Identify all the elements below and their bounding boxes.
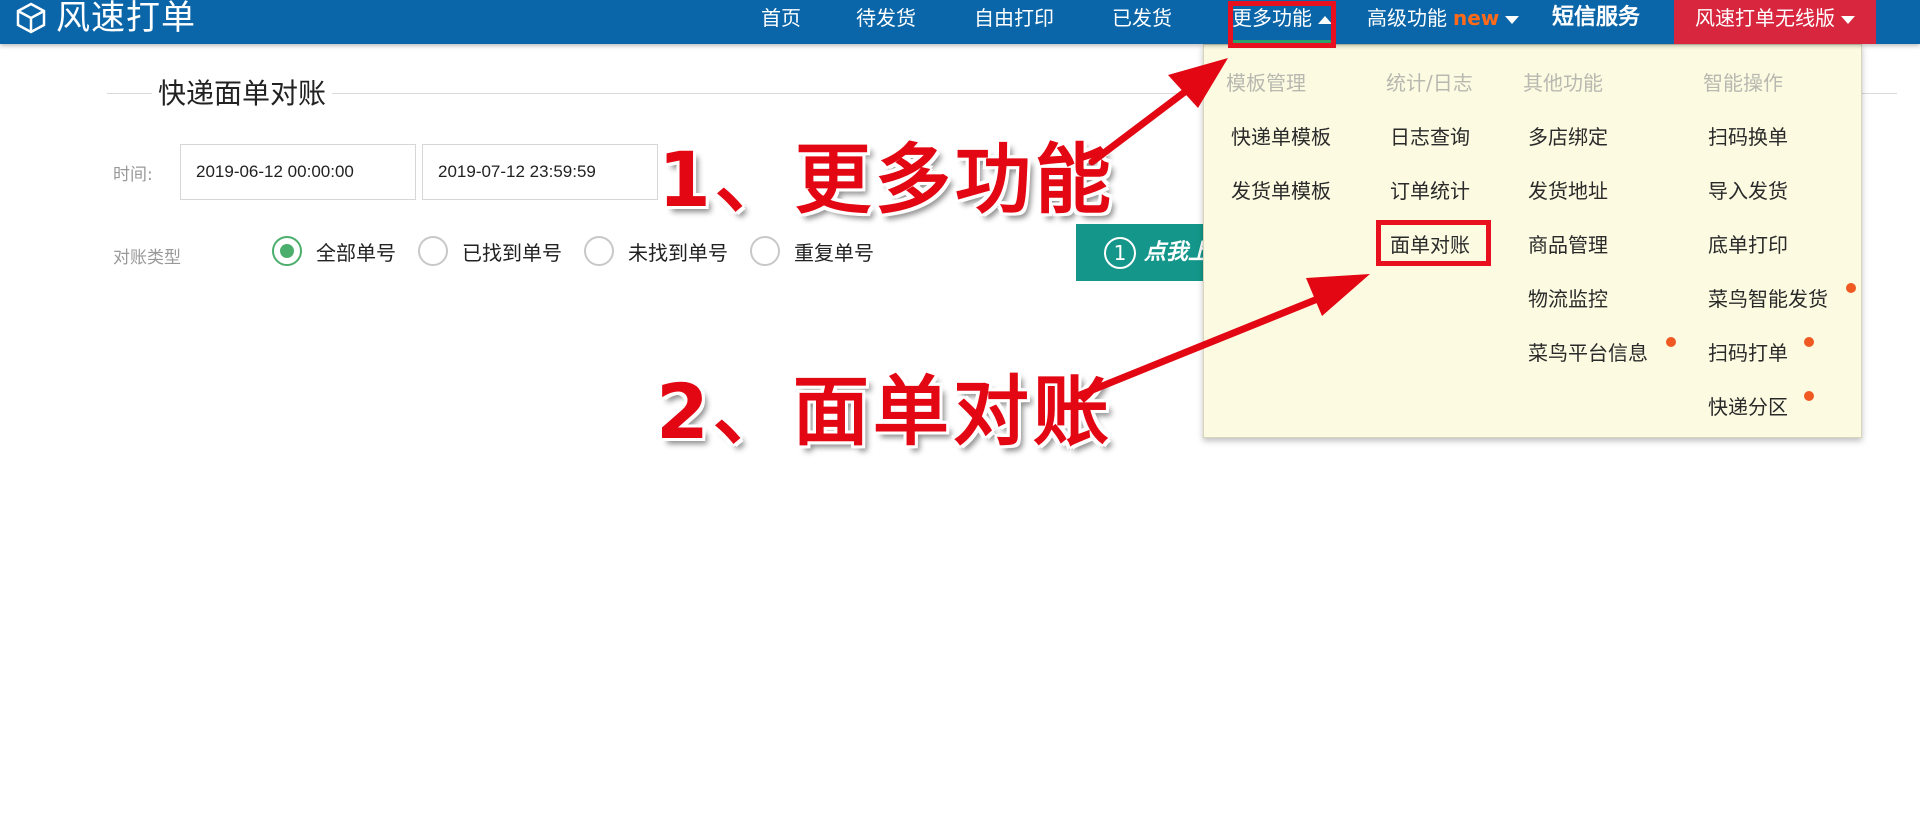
nav-wireless-version[interactable]: 风速打单无线版 xyxy=(1674,0,1876,44)
menu-item-import-ship[interactable]: 导入发货 xyxy=(1708,175,1788,204)
menu-group-title: 智能操作 xyxy=(1703,71,1783,95)
reconcile-type-radios: 全部单号 已找到单号 未找到单号 重复单号 xyxy=(272,236,896,266)
chevron-down-icon xyxy=(1505,15,1520,24)
menu-item-stub-print[interactable]: 底单打印 xyxy=(1708,229,1788,258)
nav-home[interactable]: 首页 xyxy=(761,0,801,36)
menu-item-multi-shop[interactable]: 多店绑定 xyxy=(1528,121,1608,150)
page-title: 快递面单对账 xyxy=(152,76,333,112)
menu-item-scan-swap[interactable]: 扫码换单 xyxy=(1708,121,1788,150)
menu-item-logistics-monitor[interactable]: 物流监控 xyxy=(1528,283,1608,312)
new-dot-icon xyxy=(1804,391,1814,401)
reconcile-type-label: 对账类型 xyxy=(113,248,181,268)
radio-label[interactable]: 重复单号 xyxy=(794,237,874,266)
menu-group-title: 统计/日志 xyxy=(1386,71,1473,95)
upload-button-label: 点我上 xyxy=(1144,240,1211,265)
highlight-waybill-reconcile xyxy=(1376,220,1491,266)
menu-item-cainiao-smart-ship[interactable]: 菜鸟智能发货 xyxy=(1708,283,1828,312)
start-time-input[interactable]: 2019-06-12 00:00:00 xyxy=(180,144,416,200)
annotation-step-2: 2、面单对账 xyxy=(656,367,1113,456)
step-number-icon: 1 xyxy=(1104,237,1136,269)
cube-icon xyxy=(16,2,46,34)
more-features-dropdown: 模板管理 统计/日志 其他功能 智能操作 快递单模板 发货单模板 日志查询 订单… xyxy=(1203,44,1862,438)
nav-wireless-label: 风速打单无线版 xyxy=(1695,6,1835,30)
nav-sms-service[interactable]: 短信服务 xyxy=(1552,0,1640,36)
menu-item-invoice-template[interactable]: 发货单模板 xyxy=(1231,175,1331,204)
nav-free-print[interactable]: 自由打印 xyxy=(974,0,1054,36)
new-dot-icon xyxy=(1846,283,1856,293)
annotation-step-1: 1、更多功能 xyxy=(658,135,1115,224)
new-dot-icon xyxy=(1666,337,1676,347)
new-badge: new xyxy=(1453,6,1500,30)
nav-advanced-label: 高级功能 xyxy=(1367,6,1447,30)
chevron-down-icon xyxy=(1841,15,1855,24)
radio-duplicate-numbers[interactable] xyxy=(750,236,780,266)
menu-group-title: 其他功能 xyxy=(1523,71,1603,95)
nav-advanced-features[interactable]: 高级功能 new xyxy=(1367,0,1520,36)
radio-label[interactable]: 全部单号 xyxy=(316,237,396,266)
menu-item-scan-print[interactable]: 扫码打单 xyxy=(1708,337,1788,366)
radio-found-numbers[interactable] xyxy=(418,236,448,266)
menu-item-order-stats[interactable]: 订单统计 xyxy=(1390,175,1470,204)
top-nav-bar: 风速打单 首页 待发货 自由打印 已发货 更多功能 高级功能 new 短信服务 风… xyxy=(0,0,1920,44)
app-name: 风速打单 xyxy=(56,0,196,38)
radio-label[interactable]: 已找到单号 xyxy=(462,237,562,266)
menu-item-log-query[interactable]: 日志查询 xyxy=(1390,121,1470,150)
menu-item-product-mgmt[interactable]: 商品管理 xyxy=(1528,229,1608,258)
menu-item-cainiao-info[interactable]: 菜鸟平台信息 xyxy=(1528,337,1648,366)
time-label: 时间: xyxy=(113,165,153,185)
menu-item-express-template[interactable]: 快递单模板 xyxy=(1231,121,1331,150)
page: 风速打单 首页 待发货 自由打印 已发货 更多功能 高级功能 new 短信服务 风… xyxy=(0,0,1920,823)
radio-not-found-numbers[interactable] xyxy=(584,236,614,266)
menu-group-title: 模板管理 xyxy=(1226,71,1306,95)
menu-item-express-zone[interactable]: 快递分区 xyxy=(1708,391,1788,420)
end-time-input[interactable]: 2019-07-12 23:59:59 xyxy=(422,144,658,200)
highlight-more-features xyxy=(1228,1,1336,48)
new-dot-icon xyxy=(1804,337,1814,347)
app-logo[interactable]: 风速打单 xyxy=(14,0,196,36)
radio-all-numbers[interactable] xyxy=(272,236,302,266)
nav-shipped[interactable]: 已发货 xyxy=(1112,0,1172,36)
radio-label[interactable]: 未找到单号 xyxy=(628,237,728,266)
nav-pending-shipment[interactable]: 待发货 xyxy=(856,0,916,36)
menu-item-ship-address[interactable]: 发货地址 xyxy=(1528,175,1608,204)
